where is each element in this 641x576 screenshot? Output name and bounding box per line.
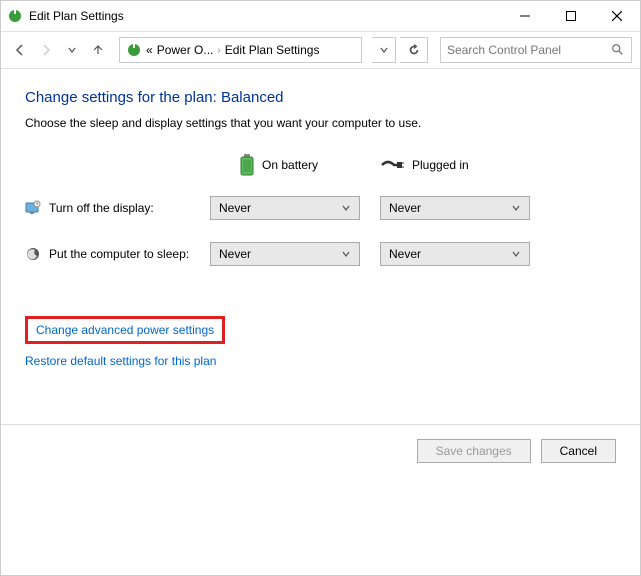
window-controls [502, 1, 640, 31]
display-battery-dropdown[interactable]: Never [210, 196, 360, 220]
chevron-down-icon [341, 249, 351, 259]
breadcrumb-part2[interactable]: Edit Plan Settings [225, 43, 320, 57]
display-icon [25, 200, 41, 216]
toolbar: « Power O... › Edit Plan Settings [1, 31, 640, 69]
power-icon [126, 42, 142, 58]
chevron-down-icon [511, 203, 521, 213]
close-button[interactable] [594, 1, 640, 31]
content-area: Change settings for the plan: Balanced C… [1, 69, 640, 404]
chevron-down-icon [341, 203, 351, 213]
cancel-button[interactable]: Cancel [541, 439, 616, 463]
display-setting-row: Turn off the display: Never Never [25, 196, 616, 220]
sleep-plugged-dropdown[interactable]: Never [380, 242, 530, 266]
back-button[interactable] [9, 38, 31, 62]
up-button[interactable] [87, 38, 109, 62]
search-input[interactable] [447, 43, 611, 57]
sleep-label: Put the computer to sleep: [49, 247, 189, 261]
footer: Save changes Cancel [1, 424, 640, 477]
chevron-right-icon: › [217, 45, 220, 56]
breadcrumb-dropdown-button[interactable] [372, 37, 396, 63]
display-label: Turn off the display: [49, 201, 154, 215]
refresh-button[interactable] [400, 37, 428, 63]
save-button[interactable]: Save changes [417, 439, 531, 463]
window-icon [7, 8, 23, 24]
maximize-button[interactable] [548, 1, 594, 31]
sleep-battery-dropdown[interactable]: Never [210, 242, 360, 266]
highlight-annotation: Change advanced power settings [25, 316, 225, 344]
battery-icon [240, 154, 254, 176]
chevron-down-icon [511, 249, 521, 259]
search-box[interactable] [440, 37, 632, 63]
page-title: Change settings for the plan: Balanced [25, 89, 616, 106]
window-title: Edit Plan Settings [29, 9, 502, 23]
sleep-icon [25, 246, 41, 262]
search-icon [611, 43, 625, 57]
forward-button[interactable] [35, 38, 57, 62]
battery-label: On battery [262, 158, 318, 172]
titlebar: Edit Plan Settings [1, 1, 640, 31]
sleep-setting-row: Put the computer to sleep: Never Never [25, 242, 616, 266]
advanced-settings-link[interactable]: Change advanced power settings [36, 323, 214, 337]
minimize-button[interactable] [502, 1, 548, 31]
display-plugged-dropdown[interactable]: Never [380, 196, 530, 220]
breadcrumb-bar[interactable]: « Power O... › Edit Plan Settings [119, 37, 362, 63]
plugged-label: Plugged in [412, 158, 469, 172]
plug-icon [380, 157, 404, 173]
breadcrumb-prefix: « [146, 43, 153, 57]
page-subtext: Choose the sleep and display settings th… [25, 116, 616, 130]
breadcrumb-part1[interactable]: Power O... [157, 43, 214, 57]
column-headers: On battery Plugged in [25, 154, 616, 176]
restore-defaults-link[interactable]: Restore default settings for this plan [25, 354, 216, 368]
recent-locations-button[interactable] [61, 38, 83, 62]
